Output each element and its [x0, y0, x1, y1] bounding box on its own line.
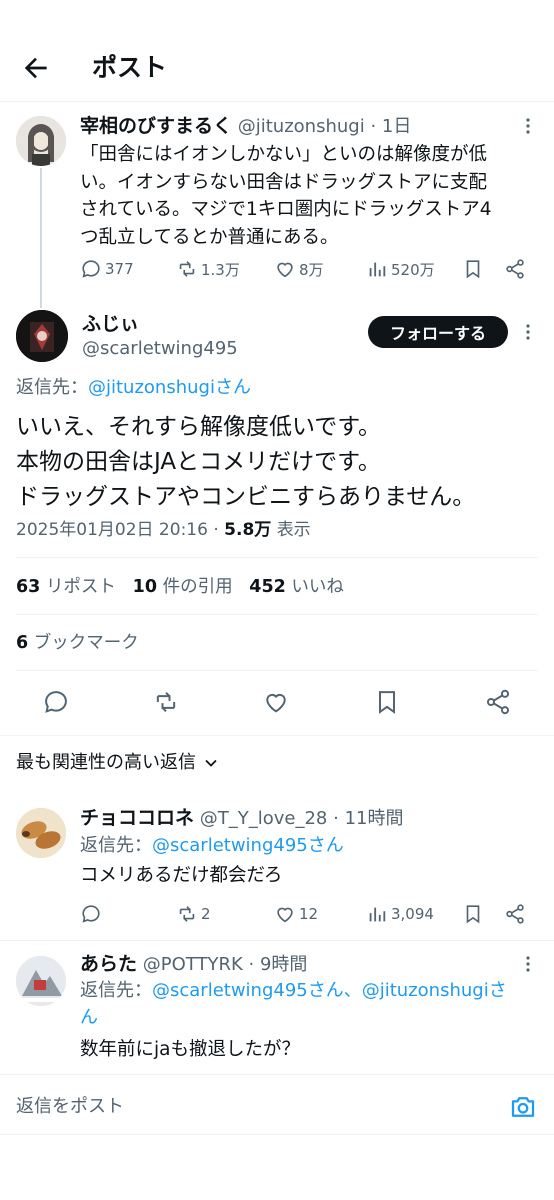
reply2-text: 数年前にjaも撤退したが？	[80, 1039, 300, 1060]
divider	[16, 614, 538, 615]
parent-text-line: されている。マジで1キロ圏内にドラッグストア4	[80, 199, 492, 220]
parent-header: 宰相のびすまるく @jituzonshugi · 1日	[80, 115, 412, 137]
reply2-display-name[interactable]: あらた	[80, 953, 137, 975]
reply1-reply-to-link[interactable]: @scarletwing495さん	[152, 835, 344, 856]
reply-sort-selector[interactable]: 最も関連性の高い返信	[16, 748, 218, 778]
divider	[0, 1074, 554, 1075]
heart-icon	[277, 262, 293, 278]
parent-text-line: つ乱立してるとか普通にある。	[80, 226, 339, 248]
camera-icon[interactable]	[508, 1092, 538, 1126]
divider	[0, 1134, 554, 1135]
main-like-icon[interactable]	[262, 688, 292, 718]
reply1-display-name[interactable]: チョココロネ	[80, 807, 194, 829]
reply1-reply-button[interactable]	[80, 903, 105, 925]
main-text-line: ドラッグストアやコンビニすらありません。	[16, 484, 476, 510]
likes-stat[interactable]: 452 いいね	[249, 577, 344, 597]
parent-repost-count: 1.3万	[201, 260, 240, 279]
reply1-reply-to: 返信先：@scarletwing495さん	[80, 835, 344, 856]
parent-text: 「田舎にはイオンしかない」といのは解像度が低 い。イオンすらない田舎はドラッグス…	[80, 141, 550, 251]
main-avatar[interactable]	[16, 310, 68, 362]
reply1-time[interactable]: 11時間	[345, 808, 404, 829]
bookmarks-stat[interactable]: 6 ブックマーク	[16, 628, 139, 658]
engagement-stats: 63 リポスト 10 件の引用 452 いいね	[16, 572, 344, 602]
header-bar	[0, 0, 554, 102]
main-more-icon[interactable]	[518, 322, 538, 342]
reply-to-link[interactable]: @jituzonshugiさん	[88, 377, 251, 398]
repost-icon	[179, 261, 195, 277]
parent-bookmark-icon[interactable]	[462, 258, 484, 284]
heart-icon	[277, 907, 293, 923]
parent-share-icon[interactable]	[504, 258, 526, 284]
reply-to-label: 返信先：	[16, 377, 88, 398]
parent-like-count: 8万	[299, 260, 324, 279]
views-chart-icon	[369, 262, 386, 277]
reply2-time[interactable]: 9時間	[260, 954, 307, 975]
follow-button[interactable]: フォローする	[368, 316, 508, 348]
main-share-icon[interactable]	[484, 688, 514, 718]
parent-repost-button[interactable]: 1.3万	[176, 258, 240, 280]
reply2-handle[interactable]: @POTTYRK	[143, 954, 243, 975]
reposts-stat[interactable]: 63 リポスト	[16, 577, 116, 597]
reply2-reply-to-link-cont[interactable]: ん	[80, 1004, 550, 1031]
chevron-down-icon	[205, 759, 217, 767]
reply1-views-button[interactable]: 3,094	[366, 903, 434, 925]
divider	[0, 735, 554, 736]
thread-line	[40, 168, 42, 308]
reply-icon	[82, 905, 100, 923]
reply2-reply-to-link[interactable]: @scarletwing495さん、@jituzonshugiさ	[152, 980, 507, 1001]
main-views-count: 5.8万	[224, 520, 272, 540]
parent-reply-button[interactable]: 377	[80, 258, 134, 280]
reply1-bookmark-icon[interactable]	[462, 903, 484, 929]
main-timestamp-row: 2025年01月02日 20:16 · 5.8万 表示	[16, 520, 311, 540]
reply2-avatar[interactable]	[16, 956, 66, 1006]
parent-handle[interactable]: @jituzonshugi	[238, 116, 365, 137]
reply1-text: コメリあるだけ都会だろ	[80, 865, 283, 886]
reply-composer-input[interactable]: 返信をポスト	[16, 1092, 124, 1122]
divider	[16, 557, 538, 558]
views-chart-icon	[369, 907, 386, 922]
reply1-header: チョココロネ @T_Y_love_28 · 11時間	[80, 807, 404, 829]
divider	[16, 670, 538, 671]
quotes-stat[interactable]: 10 件の引用	[133, 577, 233, 597]
reply-icon	[82, 260, 100, 278]
page-title: ポスト	[92, 53, 168, 82]
divider	[0, 940, 554, 941]
reply1-repost-count: 2	[201, 905, 211, 923]
reply2-header: あらた @POTTYRK · 9時間	[80, 953, 308, 975]
reply1-like-button[interactable]: 12	[274, 903, 318, 925]
reply2-reply-to: 返信先：@scarletwing495さん、@jituzonshugiさ ん	[80, 977, 550, 1031]
reply1-repost-button[interactable]: 2	[176, 903, 211, 925]
parent-reply-count: 377	[105, 260, 134, 278]
sort-label: 最も関連性の高い返信	[16, 752, 196, 773]
reply1-view-count: 3,094	[391, 905, 434, 923]
main-reply-to: 返信先：@jituzonshugiさん	[16, 374, 251, 402]
main-handle[interactable]: @scarletwing495	[82, 336, 238, 362]
main-datetime[interactable]: 2025年01月02日 20:16	[16, 520, 208, 540]
parent-text-line: い。イオンすらない田舎はドラッグストアに支配	[80, 171, 488, 193]
reply1-handle[interactable]: @T_Y_love_28	[200, 808, 328, 829]
parent-avatar[interactable]	[16, 116, 66, 166]
main-bookmark-icon[interactable]	[373, 688, 403, 718]
back-arrow-icon[interactable]	[20, 52, 52, 84]
main-display-name[interactable]: ふじぃ	[82, 310, 139, 338]
parent-like-button[interactable]: 8万	[274, 258, 324, 280]
reply1-avatar[interactable]	[16, 808, 66, 858]
parent-display-name[interactable]: 宰相のびすまるく	[80, 115, 232, 137]
parent-text-line: 「田舎にはイオンしかない」といのは解像度が低	[80, 144, 488, 165]
main-repost-icon[interactable]	[152, 688, 182, 718]
parent-view-count: 520万	[391, 260, 435, 279]
main-views-label: 表示	[276, 520, 311, 540]
parent-more-icon[interactable]	[518, 116, 538, 136]
reply1-like-count: 12	[299, 905, 319, 923]
main-reply-icon[interactable]	[42, 688, 72, 718]
main-text: いいえ、それすら解像度低いです。 本物の田舎はJAとコメリだけです。 ドラッグス…	[16, 410, 541, 515]
reply2-more-icon[interactable]	[518, 954, 538, 974]
main-text-line: 本物の田舎はJAとコメリだけです。	[16, 449, 381, 475]
parent-time[interactable]: 1日	[382, 116, 411, 137]
parent-views-button[interactable]: 520万	[366, 258, 435, 280]
main-text-line: いいえ、それすら解像度低いです。	[16, 414, 382, 440]
reply1-share-icon[interactable]	[504, 903, 526, 929]
repost-icon	[179, 906, 195, 922]
